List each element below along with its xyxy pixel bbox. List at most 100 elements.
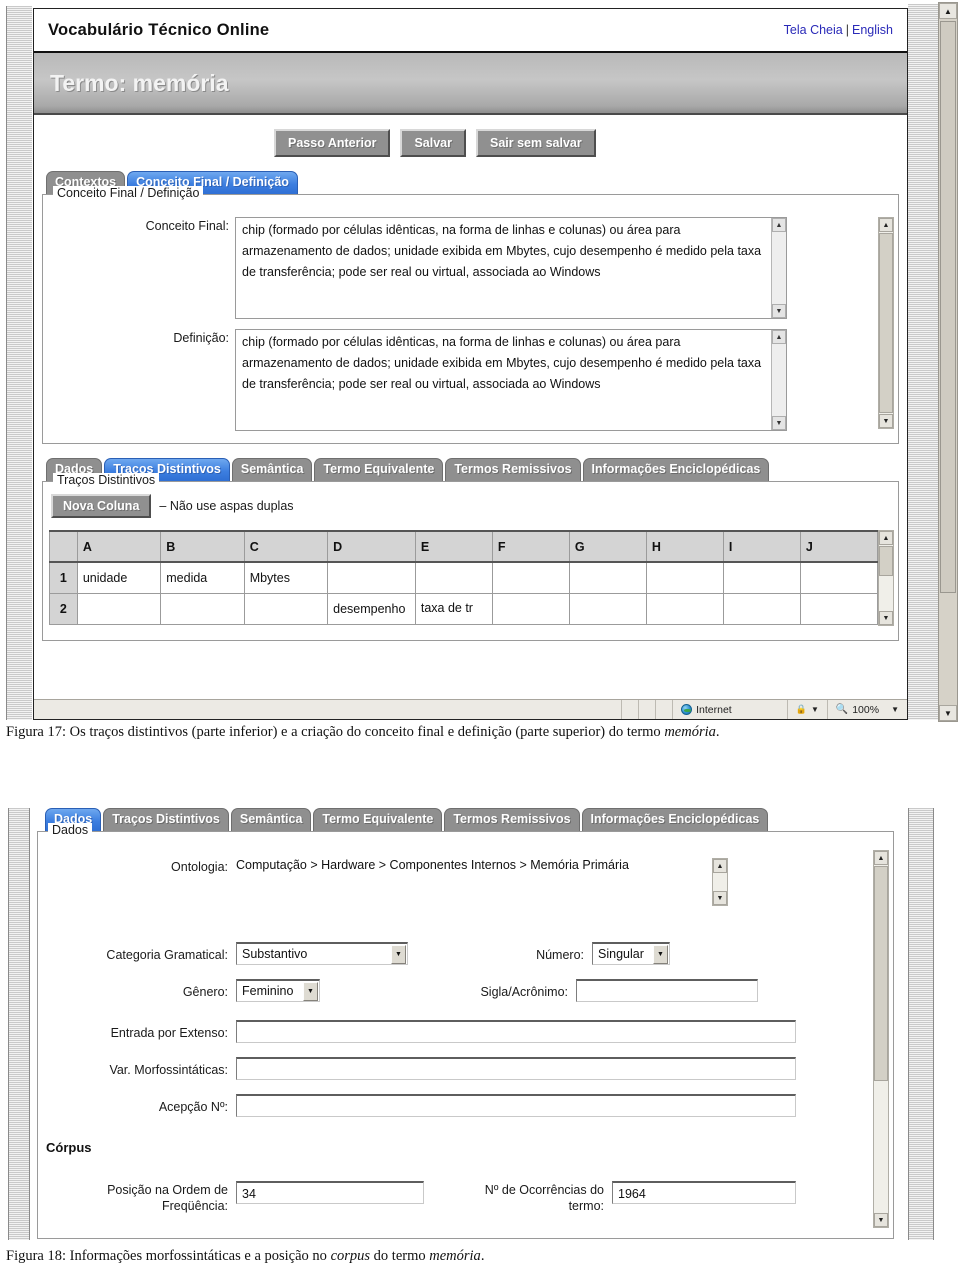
traits-fieldset: Traços Distintivos Nova Coluna – Não use… bbox=[42, 473, 899, 641]
cell-1-h[interactable] bbox=[645, 561, 724, 594]
tab-termo-equivalente[interactable]: Termo Equivalente bbox=[314, 458, 444, 481]
grid-col-i[interactable]: I bbox=[722, 530, 801, 563]
definition-scrollbar[interactable]: ▲ ▼ bbox=[771, 330, 786, 430]
zoom-chevron-down-icon[interactable]: ▼ bbox=[891, 705, 899, 714]
dados-scroll-down-icon[interactable]: ▼ bbox=[874, 1213, 888, 1227]
tab-semantica[interactable]: Semântica bbox=[231, 458, 313, 481]
morphosyntactic-var-input[interactable] bbox=[236, 1057, 796, 1080]
save-button[interactable]: Salvar bbox=[400, 129, 466, 157]
final-concept-scroll-up-icon[interactable]: ▲ bbox=[772, 218, 786, 232]
tab-termo-equivalente[interactable]: Termo Equivalente bbox=[313, 808, 443, 831]
cell-2-e[interactable]: taxa de tr bbox=[414, 592, 493, 625]
traits-grid-scrollbar[interactable]: ▲ ▼ bbox=[878, 530, 894, 626]
browser-vertical-scrollbar[interactable]: ▲ ▼ bbox=[938, 2, 958, 722]
cell-1-g[interactable] bbox=[568, 561, 647, 594]
ontology-scroll-down-icon[interactable]: ▼ bbox=[713, 891, 727, 905]
cell-1-i[interactable] bbox=[722, 561, 801, 594]
tab-semantica[interactable]: Semântica bbox=[230, 808, 312, 831]
grid-col-d[interactable]: D bbox=[327, 530, 416, 563]
cell-1-f[interactable] bbox=[491, 561, 570, 594]
scroll-down-arrow-icon[interactable]: ▼ bbox=[939, 705, 957, 721]
cell-1-c[interactable]: Mbytes bbox=[243, 561, 329, 594]
cell-2-i[interactable] bbox=[722, 592, 801, 625]
tab-tracos-distintivos[interactable]: Traços Distintivos bbox=[103, 808, 229, 831]
cell-1-b[interactable]: medida bbox=[160, 561, 245, 594]
chevron-down-icon[interactable]: ▼ bbox=[391, 945, 406, 964]
security-zone-indicator[interactable]: Internet bbox=[673, 700, 788, 719]
definition-scroll-down-icon[interactable]: ▼ bbox=[772, 416, 786, 430]
gender-select[interactable]: Feminino ▼ bbox=[236, 979, 320, 1002]
grid-col-c[interactable]: C bbox=[243, 530, 329, 563]
grid-col-j[interactable]: J bbox=[799, 530, 878, 563]
final-concept-scroll-down-icon[interactable]: ▼ bbox=[772, 304, 786, 318]
chevron-down-icon[interactable]: ▼ bbox=[653, 945, 668, 964]
chevron-down-icon[interactable]: ▼ bbox=[303, 982, 318, 1001]
tab-informacoes-enciclopedicas[interactable]: Informações Enciclopédicas bbox=[581, 808, 769, 831]
cell-2-a[interactable] bbox=[76, 592, 162, 625]
scrollbar-thumb[interactable] bbox=[940, 21, 956, 593]
final-concept-scrollbar[interactable]: ▲ ▼ bbox=[771, 218, 786, 318]
definition-scroll-up-icon[interactable]: ▲ bbox=[772, 330, 786, 344]
tab-informacoes-enciclopedicas[interactable]: Informações Enciclopédicas bbox=[582, 458, 770, 481]
traits-scrollbar-thumb[interactable] bbox=[879, 546, 893, 576]
fullscreen-link[interactable]: Tela Cheia bbox=[784, 23, 843, 37]
grid-col-e[interactable]: E bbox=[414, 530, 493, 563]
tab-termos-remissivos[interactable]: Termos Remissivos bbox=[445, 458, 581, 481]
scroll-up-arrow-icon[interactable]: ▲ bbox=[939, 3, 957, 19]
cell-2-c[interactable] bbox=[243, 592, 329, 625]
concept-scroll-up-icon[interactable]: ▲ bbox=[879, 218, 893, 232]
traits-grid-header-row: A B C D E F G H I J bbox=[49, 530, 878, 563]
caption-17-suffix: . bbox=[715, 724, 720, 740]
cell-2-b[interactable] bbox=[160, 592, 245, 625]
grammatical-category-select[interactable]: Substantivo ▼ bbox=[236, 942, 408, 965]
grid-col-b[interactable]: B bbox=[160, 530, 245, 563]
acronym-input[interactable] bbox=[576, 979, 758, 1002]
cell-1-d[interactable] bbox=[327, 561, 416, 594]
zoom-level-control[interactable]: 🔍 100% ▼ bbox=[828, 704, 907, 716]
number-select[interactable]: Singular ▼ bbox=[592, 942, 670, 965]
cell-2-j[interactable] bbox=[799, 592, 878, 625]
grid-col-h[interactable]: H bbox=[645, 530, 724, 563]
figure-17-caption: Figura 17: Os traços distintivos (parte … bbox=[6, 724, 720, 741]
traits-scroll-up-icon[interactable]: ▲ bbox=[879, 531, 893, 545]
traits-scroll-down-icon[interactable]: ▼ bbox=[879, 611, 893, 625]
occurrences-input[interactable]: 1964 bbox=[612, 1181, 796, 1204]
cell-2-h[interactable] bbox=[645, 592, 724, 625]
new-column-button[interactable]: Nova Coluna bbox=[51, 494, 152, 518]
internet-globe-icon bbox=[681, 704, 693, 715]
exit-without-saving-button[interactable]: Sair sem salvar bbox=[475, 129, 596, 157]
cell-1-j[interactable] bbox=[799, 561, 878, 594]
cell-1-e[interactable] bbox=[414, 561, 493, 594]
grid-col-a[interactable]: A bbox=[76, 530, 162, 563]
ontology-value: Computação > Hardware > Componentes Inte… bbox=[236, 858, 629, 872]
ontology-scrollbar[interactable]: ▲ ▼ bbox=[712, 858, 728, 906]
sense-number-input[interactable] bbox=[236, 1094, 796, 1117]
grid-col-f[interactable]: F bbox=[491, 530, 570, 563]
full-entry-input[interactable] bbox=[236, 1020, 796, 1043]
cell-1-a[interactable]: unidade bbox=[76, 561, 162, 594]
concept-scrollbar-thumb[interactable] bbox=[879, 233, 893, 413]
previous-step-button[interactable]: Passo Anterior bbox=[274, 129, 391, 157]
sense-number-row: Acepção Nº: bbox=[38, 1080, 893, 1117]
dados-scrollbar-thumb[interactable] bbox=[874, 866, 888, 1081]
ontology-scroll-up-icon[interactable]: ▲ bbox=[713, 859, 727, 873]
traits-fieldset-legend: Traços Distintivos bbox=[53, 473, 160, 487]
cell-2-g[interactable] bbox=[568, 592, 647, 625]
english-link[interactable]: English bbox=[852, 23, 893, 37]
security-zone-label: Internet bbox=[696, 703, 732, 716]
final-concept-textarea[interactable]: chip (formado por células idênticas, na … bbox=[235, 217, 787, 319]
dados-panel-scrollbar[interactable]: ▲ ▼ bbox=[873, 850, 889, 1228]
protected-mode-chevron-down-icon[interactable]: ▼ bbox=[811, 705, 819, 714]
caption-18-suffix: . bbox=[480, 1248, 485, 1264]
dados-scroll-up-icon[interactable]: ▲ bbox=[874, 851, 888, 865]
protected-mode-indicator[interactable]: 🔒 ▼ bbox=[788, 700, 828, 719]
concept-panel-scrollbar[interactable]: ▲ ▼ bbox=[878, 217, 894, 429]
frequency-rank-input[interactable]: 34 bbox=[236, 1181, 424, 1204]
definition-textarea[interactable]: chip (formado por células idênticas, na … bbox=[235, 329, 787, 431]
grid-col-g[interactable]: G bbox=[568, 530, 647, 563]
concept-scroll-down-icon[interactable]: ▼ bbox=[879, 414, 893, 428]
tab-termos-remissivos[interactable]: Termos Remissivos bbox=[444, 808, 580, 831]
cell-2-f[interactable] bbox=[491, 592, 570, 625]
cell-2-d[interactable]: desempenho bbox=[327, 592, 416, 625]
grid-corner-cell bbox=[49, 530, 78, 563]
